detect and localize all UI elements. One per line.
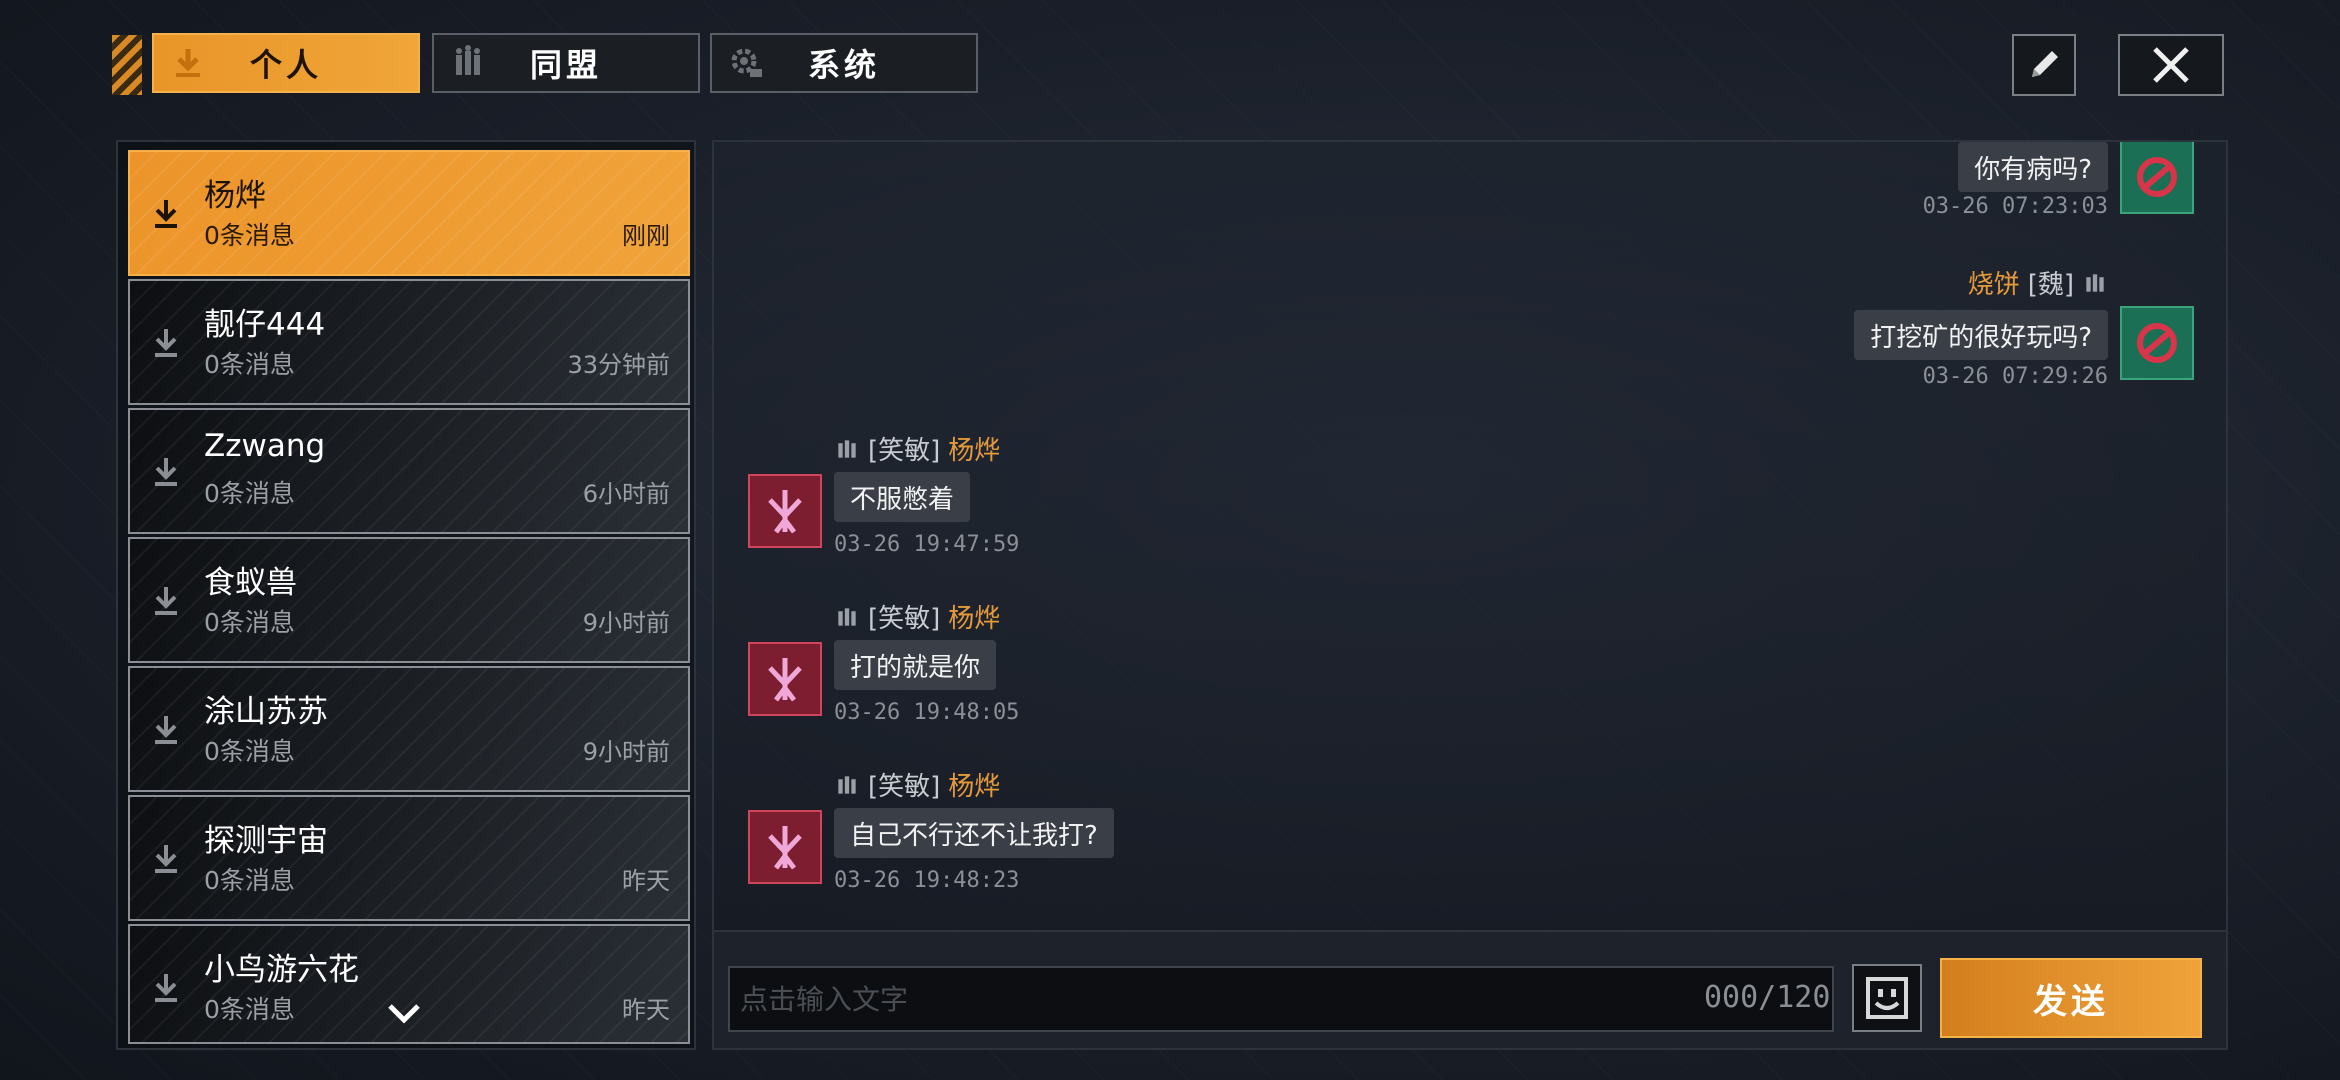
message-bubble: 你有病吗? <box>1958 142 2108 192</box>
message-timestamp: 03-26 19:48:23 <box>834 868 1020 893</box>
contact-time: 9小时前 <box>582 738 670 766</box>
top-bar: 个人 同盟 系统 <box>0 30 2340 100</box>
avatar[interactable] <box>2120 306 2194 380</box>
message-sender: [笑敏] 杨烨 <box>834 430 1000 467</box>
arrow-down-icon <box>155 329 177 357</box>
player-emblem-icon <box>768 490 802 534</box>
message-bubble: 自己不行还不让我打? <box>834 808 1114 858</box>
contact-message-count: 0条消息 <box>204 866 295 895</box>
alliance-icon <box>838 439 856 458</box>
contact-time: 刚刚 <box>622 222 670 250</box>
contact-message-count: 0条消息 <box>204 350 295 379</box>
sender-name: 杨烨 <box>948 772 1001 802</box>
arrow-down-icon <box>155 458 177 486</box>
player-emblem-icon <box>2137 157 2177 197</box>
message-input-bar: 000/120 发送 <box>712 930 2228 1050</box>
message-input[interactable] <box>728 966 1834 1032</box>
message-timestamp: 03-26 07:29:26 <box>1922 364 2108 389</box>
contact-time: 昨天 <box>622 996 670 1024</box>
message-timestamp: 03-26 07:23:03 <box>1922 194 2108 219</box>
message-sender: [笑敏] 杨烨 <box>834 598 1000 635</box>
contact-time: 9小时前 <box>582 609 670 637</box>
contact-message-count: 0条消息 <box>204 479 295 508</box>
contact-item[interactable]: 探测宇宙 0条消息 昨天 <box>128 795 690 921</box>
alliance-icon <box>838 607 856 626</box>
arrow-down-icon <box>155 845 177 873</box>
avatar[interactable] <box>2120 142 2194 214</box>
accent-stripe <box>112 35 142 95</box>
tab-personal[interactable]: 个人 <box>152 33 420 93</box>
sender-name: 杨烨 <box>948 436 1001 466</box>
avatar[interactable] <box>748 642 822 716</box>
message-bubble: 打挖矿的很好玩吗? <box>1854 310 2108 360</box>
contact-name: 食蚁兽 <box>204 565 297 601</box>
close-button[interactable] <box>2118 34 2224 96</box>
contact-item[interactable]: 靓仔444 0条消息 33分钟前 <box>128 279 690 405</box>
contact-time: 33分钟前 <box>567 351 670 379</box>
contact-name: Zzwang <box>204 428 326 464</box>
send-button[interactable]: 发送 <box>1940 958 2202 1038</box>
sender-tag: [笑敏] <box>868 436 941 466</box>
avatar[interactable] <box>748 810 822 884</box>
contact-message-count: 0条消息 <box>204 995 295 1024</box>
contact-name: 探测宇宙 <box>204 823 328 859</box>
contact-name: 靓仔444 <box>204 307 326 343</box>
message-bubble: 不服憋着 <box>834 472 971 522</box>
sender-tag: [魏] <box>2027 270 2074 300</box>
chevron-down-icon[interactable] <box>384 998 424 1028</box>
tab-system[interactable]: 系统 <box>710 33 978 93</box>
pencil-icon <box>2032 51 2058 77</box>
arrow-down-icon <box>155 716 177 744</box>
character-count: 000/120 <box>1704 980 1831 1015</box>
edit-button[interactable] <box>2012 34 2076 96</box>
player-emblem-icon <box>768 658 802 702</box>
avatar[interactable] <box>748 474 822 548</box>
contact-time: 昨天 <box>622 867 670 895</box>
contact-item[interactable]: 杨烨 0条消息 刚刚 <box>128 150 690 276</box>
contact-item[interactable]: 食蚁兽 0条消息 9小时前 <box>128 537 690 663</box>
alliance-icon <box>456 45 480 75</box>
contact-message-count: 0条消息 <box>204 608 295 637</box>
emoji-button[interactable] <box>1852 964 1922 1032</box>
alliance-icon <box>838 775 856 794</box>
contact-time: 6小时前 <box>582 480 670 508</box>
tab-alliance[interactable]: 同盟 <box>432 33 700 93</box>
arrow-down-icon <box>176 49 200 77</box>
contact-name: 涂山苏苏 <box>204 694 328 730</box>
arrow-down-icon <box>155 974 177 1002</box>
arrow-down-icon <box>155 587 177 615</box>
chat-panel: 你有病吗? 03-26 07:23:03 烧饼 [魏] 打挖矿的很好玩吗? 03… <box>712 140 2228 932</box>
message-sender: [笑敏] 杨烨 <box>834 766 1000 803</box>
arrow-down-icon <box>155 200 177 228</box>
tab-label: 同盟 <box>529 46 602 84</box>
sender-tag: [笑敏] <box>868 772 941 802</box>
contact-item[interactable]: Zzwang 0条消息 6小时前 <box>128 408 690 534</box>
player-emblem-icon <box>2137 323 2177 363</box>
message-bubble: 打的就是你 <box>834 640 997 690</box>
close-icon <box>2153 47 2189 83</box>
contact-name: 杨烨 <box>204 178 266 214</box>
emoji-icon <box>1866 977 1908 1019</box>
player-emblem-icon <box>768 826 802 870</box>
sender-name: 烧饼 <box>1967 270 2020 300</box>
contact-message-count: 0条消息 <box>204 737 295 766</box>
contact-message-count: 0条消息 <box>204 221 295 250</box>
message-timestamp: 03-26 19:47:59 <box>834 532 1020 557</box>
alliance-icon <box>2086 273 2104 292</box>
gear-icon <box>731 48 762 77</box>
message-timestamp: 03-26 19:48:05 <box>834 700 1020 725</box>
tab-label: 个人 <box>249 46 322 84</box>
contact-name: 小鸟游六花 <box>204 952 359 988</box>
contact-list: 杨烨 0条消息 刚刚 靓仔444 0条消息 33分钟前 Zzwang 0条消息 … <box>116 140 696 1050</box>
sender-name: 杨烨 <box>948 604 1001 634</box>
sender-tag: [笑敏] <box>868 604 941 634</box>
tab-label: 系统 <box>807 46 880 84</box>
message-sender: 烧饼 [魏] <box>1968 264 2108 301</box>
contact-item[interactable]: 涂山苏苏 0条消息 9小时前 <box>128 666 690 792</box>
